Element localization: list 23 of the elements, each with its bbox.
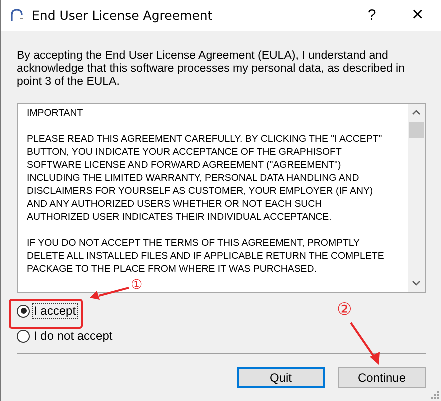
app-logo-icon: [10, 9, 24, 22]
step-number: ②: [337, 301, 352, 319]
radio-button[interactable]: [17, 330, 30, 342]
annotation-arrow: [90, 287, 130, 300]
resize-grip-icon: [431, 391, 439, 399]
window-title: End User License Agreement: [32, 8, 213, 23]
annotation-arrow: [350, 322, 380, 365]
scroll-down-icon: [412, 281, 421, 286]
scrollbar[interactable]: [408, 104, 425, 292]
license-paragraph: PLEASE READ THIS AGREEMENT CAREFULLY. BY CLICKING THE "I ACCEPT" BUTTON, YOU INDICATE YOUR ACCEPTANCE OF THE GRAPHISOFT SOFTWARE LICENSE AND FORWARD AGREEMENT ("AGREEMENT") INCLUDING THE LIMITED WARRANTY, PERSONAL DATA HANDLING AND DISCLAIMERS FOR YOURSELF AS CUSTOMER, YOUR EMPLOYER (IF ANY) AND ANY AUTHORIZED USERS WHETHER OR NOT EACH SUCH AUTHORIZED USER INDICATES THEIR INDIVIDUAL ACCEPTANCE.: [27, 133, 384, 224]
license-text-area[interactable]: [17, 103, 426, 293]
step-number: ①: [131, 279, 143, 293]
intro-text: By accepting the End User License Agreement (EULA), I understand and acknowledge that this software processes my personal data, as described in point 3 of the EULA.: [17, 50, 406, 89]
license-paragraph: IF YOU DO NOT ACCEPT THE TERMS OF THIS AGREEMENT, PROMPTLY DELETE ALL INSTALLED FILES AND IF APPLICABLE RETURN THE COMPLETE PACKAGE TO THE PLACE FROM WHERE IT WAS PURCHASED.: [27, 237, 386, 276]
dialog-button[interactable]: Continue: [338, 367, 426, 388]
close-button[interactable]: ×: [395, 0, 441, 31]
scroll-up-icon: [412, 110, 421, 115]
radio-button[interactable]: [17, 304, 30, 318]
license-paragraph: IMPORTANT: [27, 107, 84, 120]
help-button[interactable]: ?: [349, 0, 395, 31]
scroll-thumb[interactable]: [409, 122, 424, 138]
dialog-button[interactable]: Quit: [237, 367, 325, 388]
radio-option[interactable]: I do not accept: [17, 328, 115, 344]
